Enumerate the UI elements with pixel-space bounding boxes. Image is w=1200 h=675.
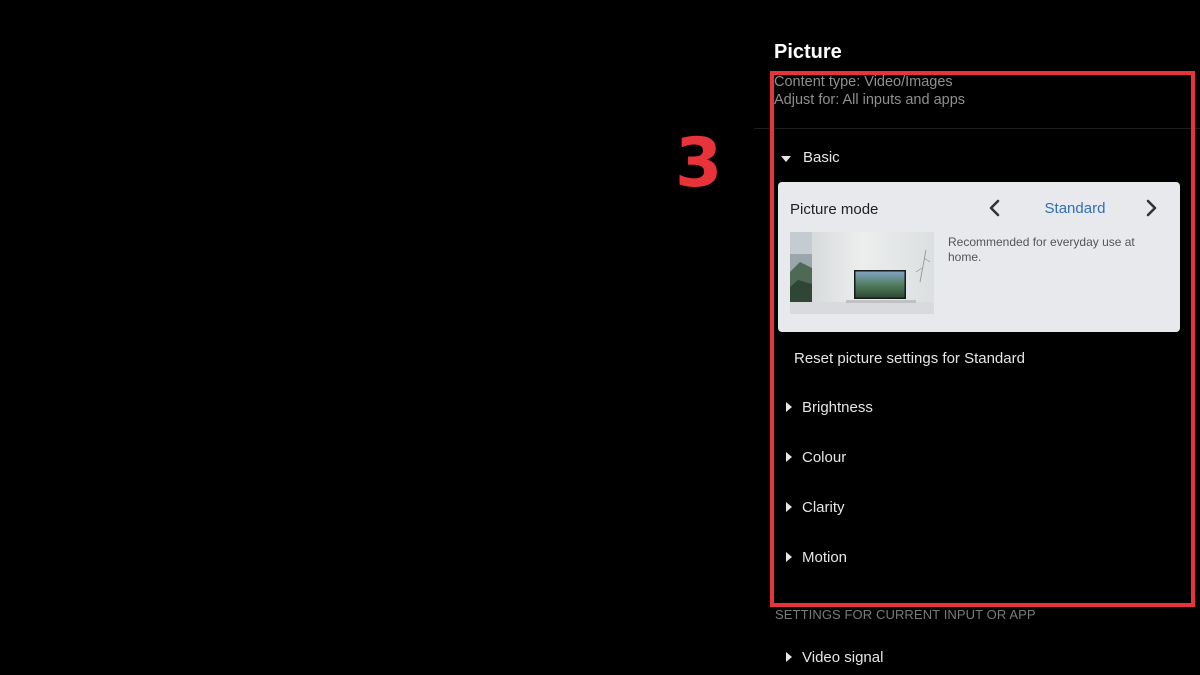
chevron-left-icon[interactable] bbox=[988, 198, 1002, 218]
motion-item[interactable]: Motion bbox=[754, 539, 1200, 575]
adjust-for-text: Adjust for: All inputs and apps bbox=[774, 92, 966, 108]
header-divider bbox=[754, 128, 1200, 129]
brightness-item[interactable]: Brightness bbox=[754, 389, 1200, 425]
video-signal-item[interactable]: Video signal bbox=[754, 639, 1200, 675]
caret-right-icon bbox=[786, 502, 792, 512]
caret-right-icon bbox=[786, 552, 792, 562]
picture-mode-label: Picture mode bbox=[790, 201, 879, 218]
screen: 3 Picture Content type: Video/Images Adj… bbox=[0, 0, 1200, 675]
caret-right-icon bbox=[786, 652, 792, 662]
video-signal-label: Video signal bbox=[802, 648, 884, 666]
caret-right-icon bbox=[786, 402, 792, 412]
colour-item[interactable]: Colour bbox=[754, 439, 1200, 475]
chevron-right-icon[interactable] bbox=[1144, 198, 1158, 218]
annotation-step-number: 3 bbox=[675, 124, 723, 203]
basic-section-toggle[interactable]: Basic bbox=[754, 139, 1200, 175]
picture-mode-card[interactable]: Picture mode Standard Recommended for ev… bbox=[778, 182, 1180, 332]
motion-label: Motion bbox=[802, 548, 848, 566]
clarity-item[interactable]: Clarity bbox=[754, 489, 1200, 525]
current-input-section-header: SETTINGS FOR CURRENT INPUT OR APP bbox=[775, 607, 1036, 622]
colour-label: Colour bbox=[802, 448, 847, 466]
caret-down-icon bbox=[781, 156, 791, 162]
reset-picture-settings-item[interactable]: Reset picture settings for Standard bbox=[754, 340, 1200, 376]
picture-mode-value[interactable]: Standard bbox=[1022, 200, 1128, 217]
reset-picture-settings-label: Reset picture settings for Standard bbox=[794, 349, 1025, 367]
clarity-label: Clarity bbox=[802, 498, 845, 516]
basic-section-label: Basic bbox=[803, 148, 840, 166]
panel-title: Picture bbox=[774, 41, 842, 63]
caret-right-icon bbox=[786, 452, 792, 462]
picture-settings-panel: Picture Content type: Video/Images Adjus… bbox=[754, 0, 1200, 675]
brightness-label: Brightness bbox=[802, 398, 873, 416]
picture-mode-description: Recommended for everyday use at home. bbox=[948, 235, 1135, 264]
content-type-text: Content type: Video/Images bbox=[774, 74, 953, 90]
picture-mode-preview-image bbox=[790, 232, 934, 314]
